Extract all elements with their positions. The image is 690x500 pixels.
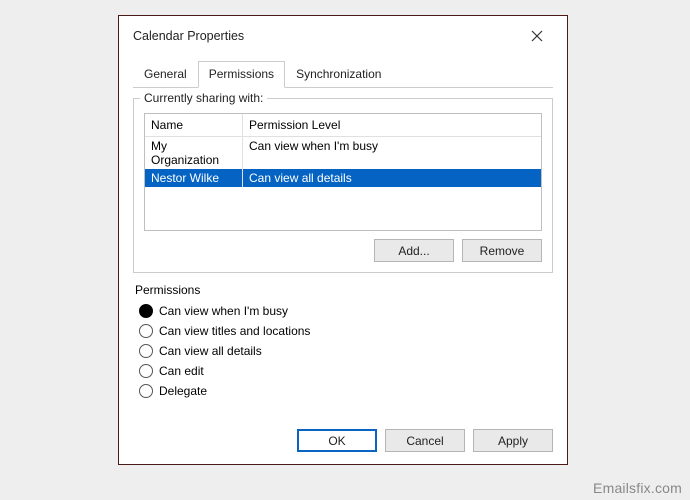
add-button[interactable]: Add... bbox=[374, 239, 454, 262]
radio-label: Delegate bbox=[159, 384, 207, 398]
radio-icon bbox=[139, 344, 153, 358]
radio-can-edit[interactable]: Can edit bbox=[139, 361, 553, 381]
permissions-radios: Can view when I'm busy Can view titles a… bbox=[133, 297, 553, 405]
sharing-buttons: Add... Remove bbox=[144, 239, 542, 262]
footer-buttons: OK Cancel Apply bbox=[119, 429, 567, 464]
remove-button[interactable]: Remove bbox=[462, 239, 542, 262]
radio-label: Can view when I'm busy bbox=[159, 304, 288, 318]
col-permission: Permission Level bbox=[243, 114, 541, 136]
radio-label: Can view all details bbox=[159, 344, 262, 358]
col-name: Name bbox=[145, 114, 243, 136]
close-icon bbox=[531, 30, 543, 42]
permissions-group: Permissions Can view when I'm busy Can v… bbox=[133, 277, 553, 405]
radio-can-view-details[interactable]: Can view all details bbox=[139, 341, 553, 361]
ok-button[interactable]: OK bbox=[297, 429, 377, 452]
radio-icon bbox=[139, 384, 153, 398]
permissions-legend: Permissions bbox=[133, 283, 553, 297]
sharing-group: Currently sharing with: Name Permission … bbox=[133, 98, 553, 273]
apply-button[interactable]: Apply bbox=[473, 429, 553, 452]
radio-icon bbox=[139, 364, 153, 378]
cell-name: Nestor Wilke bbox=[145, 169, 243, 187]
titlebar: Calendar Properties bbox=[119, 16, 567, 52]
close-button[interactable] bbox=[519, 24, 555, 48]
radio-icon bbox=[139, 324, 153, 338]
table-row[interactable]: My Organization Can view when I'm busy bbox=[145, 137, 541, 169]
sharing-table[interactable]: Name Permission Level My Organization Ca… bbox=[144, 113, 542, 231]
dialog-content: General Permissions Synchronization Curr… bbox=[119, 52, 567, 405]
tab-permissions[interactable]: Permissions bbox=[198, 61, 285, 88]
tab-bar: General Permissions Synchronization bbox=[133, 60, 553, 88]
radio-delegate[interactable]: Delegate bbox=[139, 381, 553, 401]
cell-permission: Can view when I'm busy bbox=[243, 137, 541, 169]
cell-permission: Can view all details bbox=[243, 169, 541, 187]
radio-label: Can edit bbox=[159, 364, 204, 378]
table-row[interactable]: Nestor Wilke Can view all details bbox=[145, 169, 541, 187]
radio-label: Can view titles and locations bbox=[159, 324, 310, 338]
cell-name: My Organization bbox=[145, 137, 243, 169]
watermark-text: Emailsfix.com bbox=[593, 480, 682, 496]
tab-synchronization[interactable]: Synchronization bbox=[285, 61, 392, 88]
radio-icon bbox=[139, 304, 153, 318]
radio-can-view-busy[interactable]: Can view when I'm busy bbox=[139, 301, 553, 321]
radio-can-view-titles[interactable]: Can view titles and locations bbox=[139, 321, 553, 341]
window-title: Calendar Properties bbox=[133, 29, 244, 43]
table-header: Name Permission Level bbox=[145, 114, 541, 137]
tab-general[interactable]: General bbox=[133, 61, 198, 88]
cancel-button[interactable]: Cancel bbox=[385, 429, 465, 452]
dialog-window: Calendar Properties General Permissions … bbox=[118, 15, 568, 465]
sharing-legend: Currently sharing with: bbox=[140, 91, 267, 105]
